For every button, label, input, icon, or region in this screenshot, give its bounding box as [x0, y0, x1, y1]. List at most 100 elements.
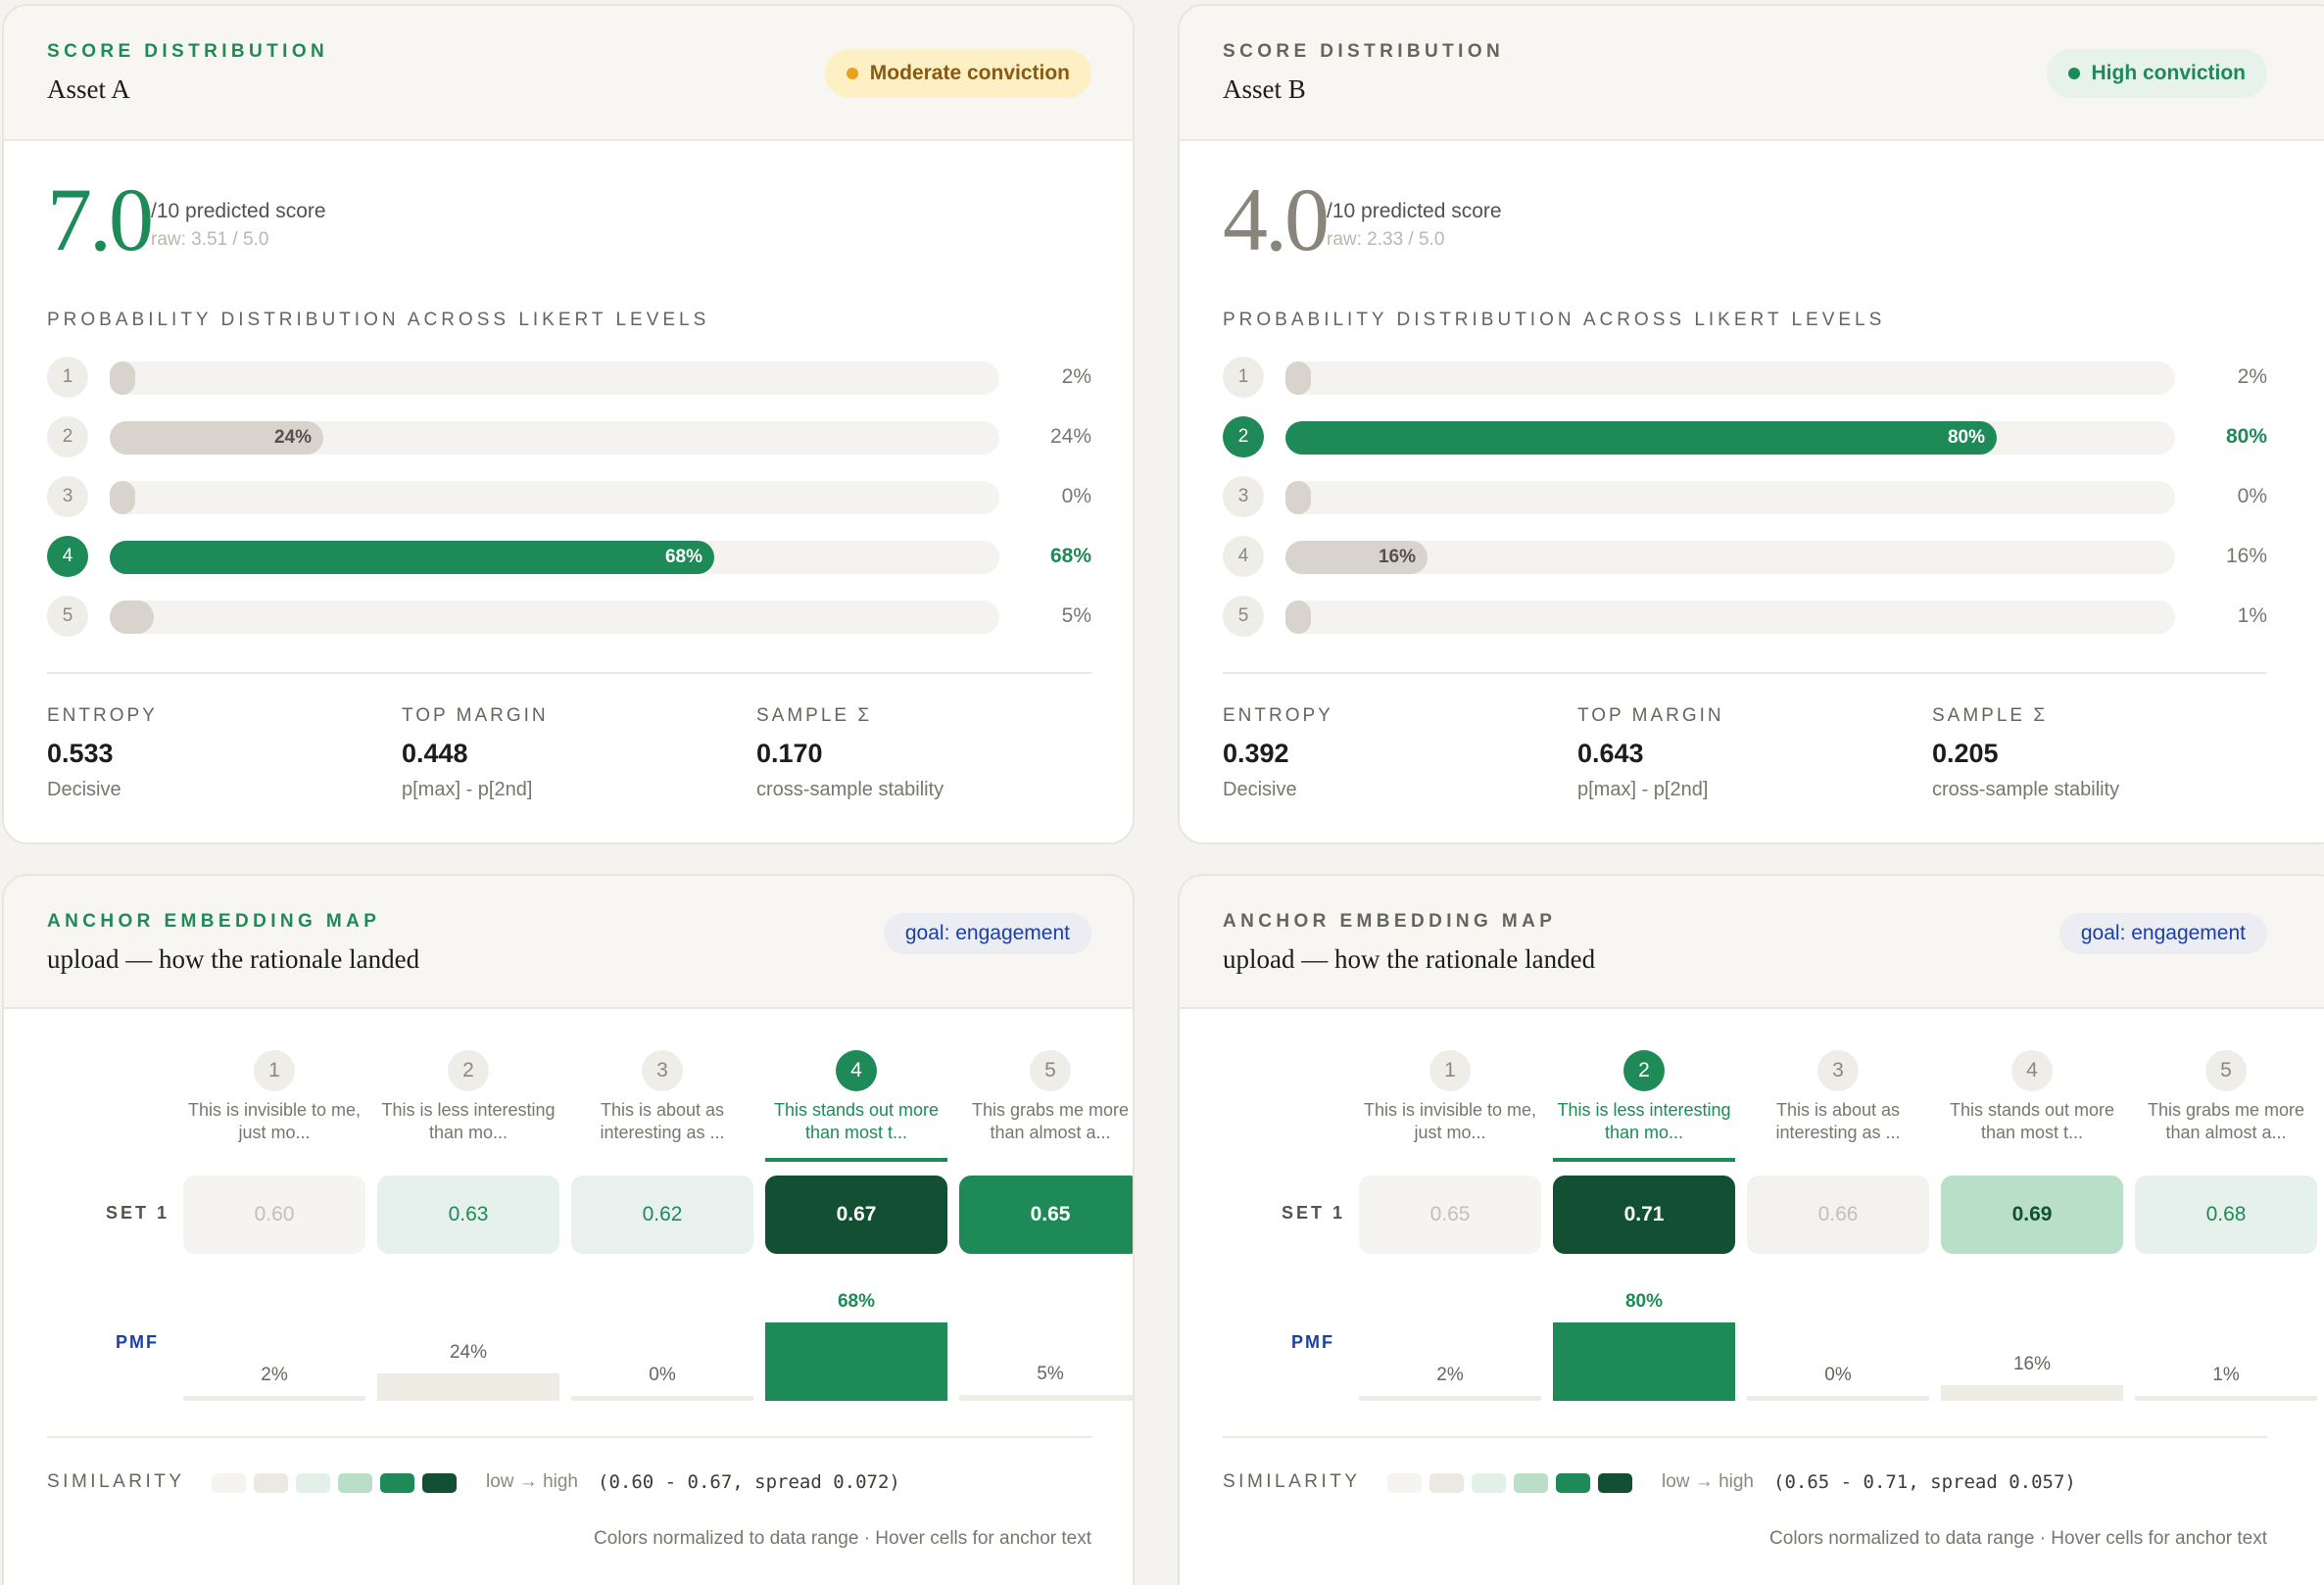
set-row-label: SET 1: [1282, 1203, 1346, 1223]
likert-row-4: 4 68% 68%: [47, 536, 1091, 577]
score-card-asset-a: SCORE DISTRIBUTION Asset A Moderate conv…: [2, 4, 1135, 844]
pmf-bar: [765, 1322, 947, 1401]
likert-row-3: 3 0%: [1223, 476, 2267, 517]
bar-fill: [110, 600, 154, 634]
stat-sample-sigma: SAMPLE Σ 0.205 cross-sample stability: [1932, 705, 2119, 801]
level-number: 5: [1223, 596, 1264, 637]
anchor-text: This is invisible to me, just mo...: [183, 1099, 365, 1146]
anchor-text-line: than most t...: [804, 1123, 908, 1142]
stat-label: SAMPLE Σ: [1932, 705, 2049, 726]
bar-track: [110, 481, 999, 514]
anchor-text-line: This stands out more: [773, 1100, 940, 1120]
similarity-cell: 0.65: [959, 1176, 1133, 1254]
legend-swatch: [422, 1473, 457, 1493]
bar-percent: 16%: [2225, 545, 2267, 567]
bar-track: [110, 361, 999, 395]
map-title: upload — how the rationale landed: [1223, 944, 1596, 974]
stat-value: 0.643: [1577, 739, 1644, 768]
bar-track: 24%: [110, 421, 999, 455]
anchor-text-line: This is about as: [1775, 1100, 1901, 1120]
likert-row-1: 1 2%: [47, 357, 1091, 398]
level-number: 4: [1223, 536, 1264, 577]
bar-percent: 5%: [1061, 604, 1091, 627]
stat-sample-sigma: SAMPLE Σ 0.170 cross-sample stability: [756, 705, 944, 801]
card-eyebrow: SCORE DISTRIBUTION: [1223, 41, 1505, 62]
similarity-cell: 0.68: [2135, 1176, 2317, 1254]
pmf-label: 24%: [449, 1342, 488, 1363]
legend-range: (0.65 - 0.71, spread 0.057): [1773, 1471, 2076, 1493]
bar-fill: [110, 361, 135, 395]
pmf-label: 0%: [649, 1365, 676, 1385]
pmf-row-label: PMF: [116, 1332, 159, 1352]
anchor-column-4: 4 This stands out more than most t...: [1941, 1050, 2123, 1146]
likert-row-5: 5 1%: [1223, 596, 2267, 637]
similarity-cell: 0.65: [1359, 1176, 1541, 1254]
anchor-text-line: than mo...: [428, 1123, 508, 1142]
anchor-map-card-a: ANCHOR EMBEDDING MAP upload — how the ra…: [2, 874, 1135, 1585]
anchor-text: This is about as interesting as ...: [1747, 1099, 1929, 1146]
anchor-column-2: 2 This is less interesting than mo...: [377, 1050, 559, 1146]
similarity-cell: 0.67: [765, 1176, 947, 1254]
set-row-label: SET 1: [106, 1203, 170, 1223]
anchor-text: This stands out more than most t...: [1941, 1099, 2123, 1146]
stat-sub: p[max] - p[2nd]: [402, 779, 533, 800]
likert-row-4: 4 16% 16%: [1223, 536, 2267, 577]
anchor-text-line: than most t...: [1980, 1123, 2084, 1142]
anchor-number: 3: [1817, 1050, 1859, 1091]
stat-label: SAMPLE Σ: [756, 705, 873, 726]
legend-scale-text: low → high: [486, 1471, 578, 1492]
likert-row-1: 1 2%: [1223, 357, 2267, 398]
anchor-column-3: 3 This is about as interesting as ...: [571, 1050, 753, 1146]
map-title: upload — how the rationale landed: [47, 944, 420, 974]
anchor-number: 1: [254, 1050, 295, 1091]
level-number: 5: [47, 596, 88, 637]
anchor-column-1: 1 This is invisible to me, just mo...: [1359, 1050, 1541, 1146]
anchor-text-line: interesting as ...: [600, 1123, 725, 1142]
predicted-score: 7.0: [47, 169, 154, 269]
pmf-label: 16%: [2012, 1354, 2052, 1374]
active-underline: [765, 1158, 947, 1162]
stat-top-margin: TOP MARGIN 0.643 p[max] - p[2nd]: [1577, 705, 1724, 801]
pmf-bar: [183, 1396, 365, 1401]
distribution-label: PROBABILITY DISTRIBUTION ACROSS LIKERT L…: [1223, 310, 1886, 330]
level-number: 2: [1223, 416, 1264, 457]
similarity-cell: 0.69: [1941, 1176, 2123, 1254]
bar-track: [1285, 481, 2175, 514]
level-number: 2: [47, 416, 88, 457]
anchor-number: 4: [2011, 1050, 2053, 1091]
anchor-text: This stands out more than most t...: [765, 1099, 947, 1146]
bar-percent: 68%: [1049, 545, 1091, 567]
anchor-map-card-b: ANCHOR EMBEDDING MAP upload — how the ra…: [1178, 874, 2324, 1585]
stat-entropy: ENTROPY 0.533 Decisive: [47, 705, 158, 801]
stat-sub: cross-sample stability: [756, 779, 944, 800]
stat-sub: cross-sample stability: [1932, 779, 2120, 800]
pmf-label: 1%: [2212, 1365, 2240, 1385]
pmf-bar: [1747, 1396, 1929, 1401]
status-dot-icon: [846, 68, 858, 79]
bar-track: [110, 600, 999, 634]
stat-label: TOP MARGIN: [402, 705, 549, 726]
bar-percent: 80%: [2225, 425, 2267, 448]
similarity-cell: 0.66: [1747, 1176, 1929, 1254]
anchor-text-line: just mo...: [1414, 1123, 1486, 1142]
bar-inner-label: 16%: [1378, 547, 1416, 567]
score-unit: /10 predicted score: [151, 200, 326, 222]
stat-label: ENTROPY: [1223, 705, 1333, 726]
divider: [1223, 672, 2267, 674]
bar-track: [1285, 361, 2175, 395]
similarity-legend-label: SIMILARITY: [1223, 1471, 1361, 1492]
legend-swatch: [1472, 1473, 1506, 1493]
legend-swatch: [1556, 1473, 1590, 1493]
legend-swatch: [338, 1473, 372, 1493]
level-number: 4: [47, 536, 88, 577]
anchor-text-line: This grabs me more: [2147, 1100, 2305, 1120]
level-number: 3: [47, 476, 88, 517]
pmf-bar: [1941, 1385, 2123, 1401]
similarity-cell: 0.62: [571, 1176, 753, 1254]
pmf-bar: [377, 1373, 559, 1401]
anchor-column-4: 4 This stands out more than most t...: [765, 1050, 947, 1162]
anchor-column-3: 3 This is about as interesting as ...: [1747, 1050, 1929, 1146]
conviction-label: High conviction: [2091, 62, 2247, 84]
pmf-bar: [571, 1396, 753, 1401]
anchor-text-line: This stands out more: [1949, 1100, 2115, 1120]
